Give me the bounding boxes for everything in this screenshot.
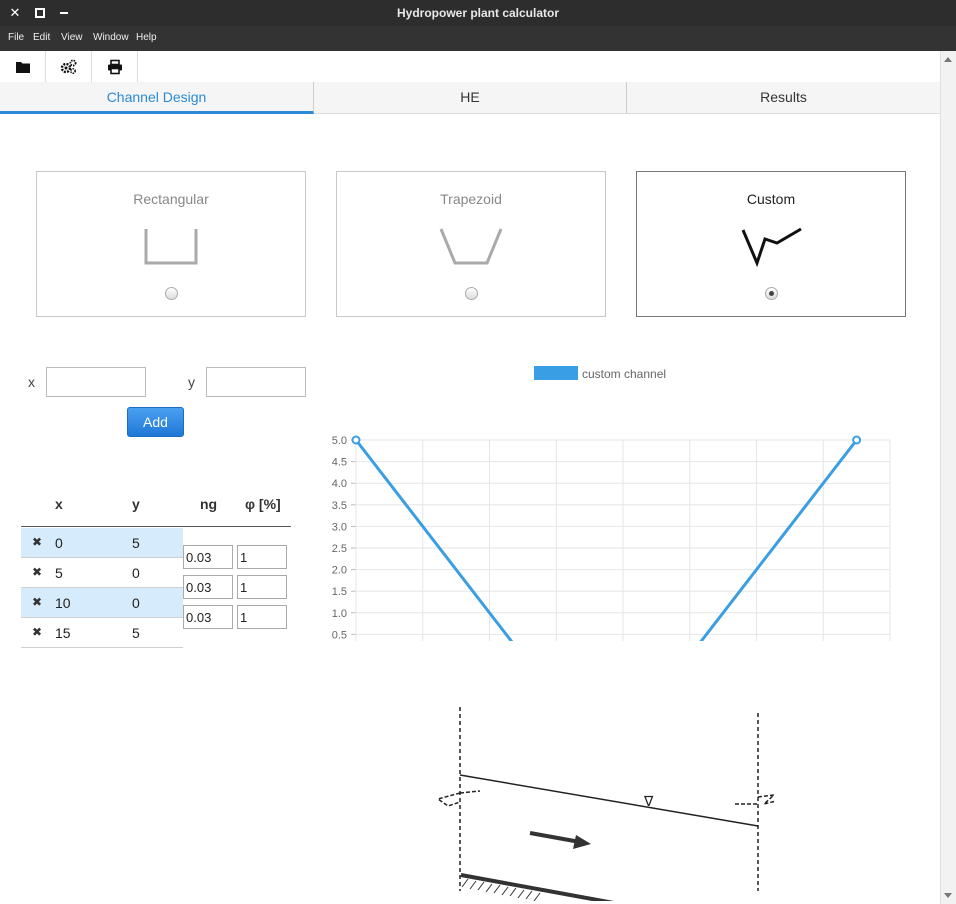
flow-arrow-head <box>573 835 591 849</box>
data-point[interactable] <box>852 435 862 445</box>
rectangular-channel-icon <box>144 229 198 265</box>
settings-button[interactable] <box>46 51 92 82</box>
tab-results[interactable]: Results <box>627 82 940 114</box>
cell-y: 5 <box>132 625 140 641</box>
column-header-ng: ng <box>200 496 218 512</box>
tab-channel-design[interactable]: Channel Design <box>0 82 314 114</box>
scroll-down-icon[interactable] <box>944 893 952 898</box>
radio-trapezoid[interactable] <box>465 287 478 300</box>
title-bar: ✕ Hydropower plant calculator <box>0 0 956 26</box>
delete-row-icon[interactable]: ✖ <box>32 595 42 609</box>
y-tick-label: 1.0 <box>332 608 347 620</box>
ng-input[interactable] <box>183 545 233 569</box>
left-break-tail <box>459 790 481 794</box>
left-break-symbol <box>436 792 461 807</box>
scroll-up-icon[interactable] <box>944 57 952 62</box>
y-tick-label: 0.5 <box>332 629 347 641</box>
delete-row-icon[interactable]: ✖ <box>32 565 42 579</box>
x-label: x <box>28 374 35 390</box>
ng-input[interactable] <box>183 605 233 629</box>
cell-x: 0 <box>55 535 63 551</box>
cell-x: 5 <box>55 565 63 581</box>
card-label: Rectangular <box>133 191 209 207</box>
folder-icon <box>15 61 30 73</box>
card-custom[interactable]: Custom <box>636 171 906 317</box>
toolbar <box>0 51 940 82</box>
x-input[interactable] <box>46 367 146 397</box>
y-input[interactable] <box>206 367 306 397</box>
y-tick-label: 3.0 <box>332 521 347 533</box>
main-content: Channel Design HE Results Rectangular Tr… <box>0 51 940 904</box>
table-row[interactable]: ✖ 15 5 <box>21 618 183 648</box>
y-tick-label: 4.0 <box>332 478 347 490</box>
y-tick-label: 5.0 <box>332 435 347 447</box>
delete-row-icon[interactable]: ✖ <box>32 625 42 639</box>
water-surface-symbol: ∇ <box>643 794 654 810</box>
table-row[interactable]: ✖ 0 5 <box>21 528 183 558</box>
y-tick-label: 3.5 <box>332 500 347 512</box>
series-line <box>354 439 858 641</box>
menu-window[interactable]: Window <box>93 32 129 43</box>
vertical-scrollbar[interactable] <box>940 51 956 904</box>
channel-slope-diagram: ∇ φ <box>436 707 777 901</box>
add-button[interactable]: Add <box>127 407 184 437</box>
bed-line <box>461 874 758 901</box>
print-button[interactable] <box>92 51 138 82</box>
cell-y: 5 <box>132 535 140 551</box>
y-tick-label: 1.5 <box>332 586 347 598</box>
table-divider <box>21 526 291 527</box>
card-label: Trapezoid <box>440 191 502 207</box>
inclined-bed <box>461 874 758 901</box>
column-header-x: x <box>55 496 63 512</box>
angle-symbol: φ <box>574 900 588 901</box>
cell-x: 10 <box>55 595 71 611</box>
phi-input[interactable] <box>237 575 287 599</box>
channel-floor-line <box>461 874 758 901</box>
legend-label: custom channel <box>582 367 666 381</box>
y-tick-label: 2.0 <box>332 565 347 577</box>
trapezoid-channel-icon <box>439 228 503 265</box>
delete-row-icon[interactable]: ✖ <box>32 535 42 549</box>
ng-input[interactable] <box>183 575 233 599</box>
data-point[interactable] <box>351 435 361 445</box>
column-header-phi: φ [%] <box>245 496 281 512</box>
menu-view[interactable]: View <box>61 32 83 43</box>
y-tick-label: 4.5 <box>332 457 347 469</box>
menu-bar: File Edit View Window Help <box>0 26 956 51</box>
column-header-y: y <box>132 496 140 512</box>
open-button[interactable] <box>0 51 46 82</box>
tab-bar: Channel Design HE Results <box>0 82 940 114</box>
cell-y: 0 <box>132 565 140 581</box>
card-label: Custom <box>746 191 796 207</box>
table-row[interactable]: ✖ 5 0 <box>21 558 183 588</box>
card-trapezoid[interactable]: Trapezoid <box>336 171 606 317</box>
radio-rectangular[interactable] <box>165 287 178 300</box>
menu-file[interactable]: File <box>8 32 24 43</box>
card-rectangular[interactable]: Rectangular <box>36 171 306 317</box>
legend-swatch <box>534 366 578 380</box>
y-label: y <box>188 374 195 390</box>
custom-channel-icon <box>741 227 802 267</box>
phi-input[interactable] <box>237 605 287 629</box>
cell-x: 15 <box>55 625 71 641</box>
slope-line <box>460 874 758 901</box>
channel-profile-chart: custom channel 00.51.01.52.02.53.03.54.0… <box>332 366 891 641</box>
window-title: Hydropower plant calculator <box>396 6 560 20</box>
menu-edit[interactable]: Edit <box>33 32 50 43</box>
gears-icon <box>60 59 76 74</box>
radio-custom[interactable] <box>765 287 778 300</box>
y-tick-label: 2.5 <box>332 543 347 555</box>
table-row[interactable]: ✖ 10 0 <box>21 588 183 618</box>
cell-y: 0 <box>132 595 140 611</box>
water-surface-line <box>459 774 759 827</box>
print-icon <box>107 59 122 74</box>
tab-he[interactable]: HE <box>314 82 627 114</box>
phi-input[interactable] <box>237 545 287 569</box>
slope-bed <box>460 873 615 901</box>
flow-arrow-shaft <box>529 831 581 844</box>
right-break-symbol <box>757 793 777 805</box>
menu-help[interactable]: Help <box>136 32 157 43</box>
